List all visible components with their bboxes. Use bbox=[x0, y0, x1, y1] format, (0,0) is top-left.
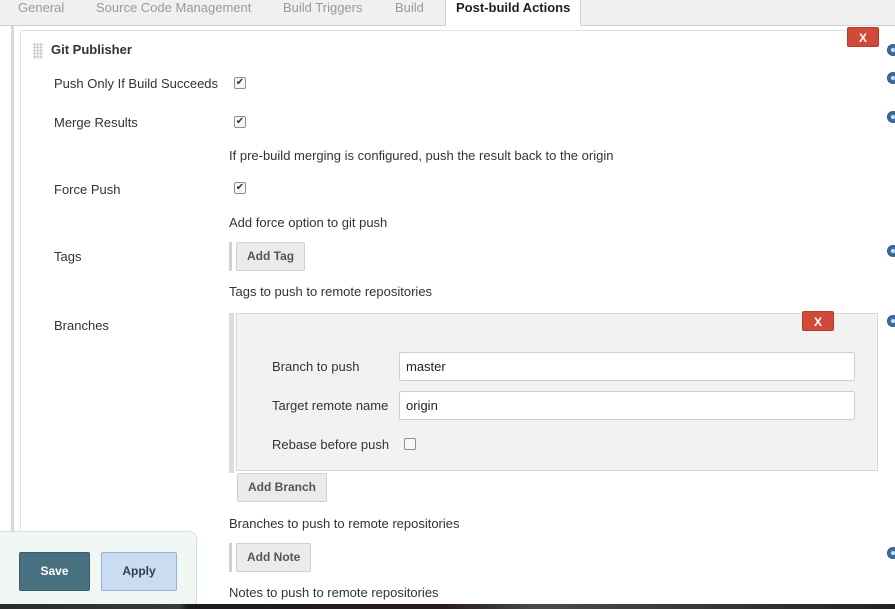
tags-label: Tags bbox=[54, 249, 82, 264]
merge-results-help: If pre-build merging is configured, push… bbox=[229, 148, 614, 163]
force-push-help: Add force option to git push bbox=[229, 215, 388, 230]
add-branch-button[interactable]: Add Branch bbox=[237, 473, 328, 502]
tags-help: Tags to push to remote repositories bbox=[229, 284, 433, 299]
apply-button[interactable]: Apply bbox=[101, 552, 177, 591]
help-icon[interactable] bbox=[887, 111, 895, 123]
help-icon[interactable] bbox=[887, 315, 895, 327]
merge-results-label: Merge Results bbox=[54, 115, 138, 130]
branch-repeatable-rail bbox=[229, 313, 234, 473]
force-push-label: Force Push bbox=[54, 182, 121, 197]
target-remote-name-label: Target remote name bbox=[272, 398, 389, 413]
branches-help: Branches to push to remote repositories bbox=[229, 516, 460, 531]
config-tab-bar: General Source Code Management Build Tri… bbox=[0, 0, 895, 26]
branch-to-push-input[interactable] bbox=[399, 352, 855, 381]
push-only-if-success-label: Push Only If Build Succeeds bbox=[54, 76, 219, 91]
push-only-if-success-checkbox[interactable]: ✔ bbox=[234, 77, 246, 89]
tab-build[interactable]: Build bbox=[395, 0, 424, 26]
drag-handle-icon[interactable] bbox=[33, 43, 43, 59]
button-rail bbox=[229, 543, 232, 572]
tab-post-build-actions[interactable]: Post-build Actions bbox=[445, 0, 581, 26]
help-icon[interactable] bbox=[887, 44, 895, 56]
target-remote-name-input[interactable] bbox=[399, 391, 855, 420]
checkmark-icon: ✔ bbox=[235, 182, 245, 193]
rebase-before-push-label: Rebase before push bbox=[272, 437, 390, 452]
force-push-checkbox[interactable]: ✔ bbox=[234, 182, 246, 194]
tab-general[interactable]: General bbox=[18, 0, 64, 26]
notes-help: Notes to push to remote repositories bbox=[229, 585, 439, 600]
help-icon[interactable] bbox=[887, 72, 895, 84]
help-icon[interactable] bbox=[887, 245, 895, 257]
tab-build-triggers[interactable]: Build Triggers bbox=[283, 0, 362, 26]
window-bottom-edge bbox=[0, 604, 895, 609]
delete-branch-button[interactable]: X bbox=[802, 311, 834, 331]
add-note-button[interactable]: Add Note bbox=[236, 543, 312, 572]
rebase-before-push-checkbox[interactable] bbox=[404, 438, 416, 450]
button-rail bbox=[229, 242, 232, 271]
branch-to-push-label: Branch to push bbox=[272, 359, 360, 374]
branches-label: Branches bbox=[54, 318, 109, 333]
checkmark-icon: ✔ bbox=[235, 77, 245, 88]
help-icon[interactable] bbox=[887, 547, 895, 559]
delete-publisher-button[interactable]: X bbox=[847, 27, 879, 47]
add-tag-button[interactable]: Add Tag bbox=[236, 242, 306, 271]
section-title: Git Publisher bbox=[51, 42, 132, 57]
checkmark-icon: ✔ bbox=[235, 116, 245, 127]
tab-source-code-management[interactable]: Source Code Management bbox=[96, 0, 251, 26]
section-gutter bbox=[11, 26, 14, 604]
merge-results-checkbox[interactable]: ✔ bbox=[234, 116, 246, 128]
save-button[interactable]: Save bbox=[19, 552, 90, 591]
